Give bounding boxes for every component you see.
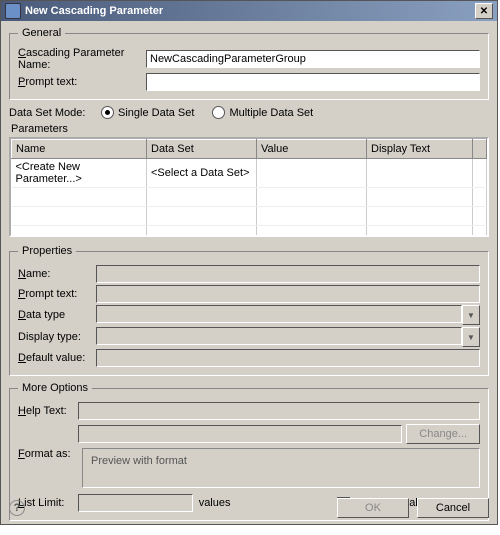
help-text-label: Help Text: (18, 405, 78, 417)
dataset-mode-label: Data Set Mode: (9, 107, 101, 119)
col-display[interactable]: Display Text (367, 140, 473, 159)
dialog: New Cascading Parameter ✕ General Cascad… (0, 0, 498, 525)
dialog-title: New Cascading Parameter (25, 5, 163, 17)
radio-single-icon (101, 106, 114, 119)
prompt-text-input[interactable] (146, 73, 480, 91)
prop-prompt-label: Prompt text: (18, 288, 96, 300)
radio-multiple[interactable]: Multiple Data Set (212, 106, 313, 119)
help-icon[interactable]: ? (9, 500, 25, 516)
radio-single-label: Single Data Set (118, 107, 194, 119)
general-group: General Cascading Parameter Name: Prompt… (9, 27, 489, 100)
dialog-footer: ? OK Cancel (9, 498, 489, 518)
col-spacer (473, 140, 487, 159)
titlebar: New Cascading Parameter ✕ (1, 1, 497, 21)
chevron-down-icon: ▼ (462, 327, 480, 347)
more-options-legend: More Options (18, 382, 92, 394)
table-row (12, 207, 487, 226)
cancel-button[interactable]: Cancel (417, 498, 489, 518)
ok-button[interactable]: OK (337, 498, 409, 518)
preview-text: Preview with format (91, 455, 187, 467)
cell-name[interactable]: <Create New Parameter...> (12, 159, 147, 188)
radio-multiple-icon (212, 106, 225, 119)
prop-name-input[interactable] (96, 265, 480, 283)
parameters-grid[interactable]: Name Data Set Value Display Text <Create… (9, 137, 489, 237)
parameters-label: Parameters (11, 123, 489, 135)
properties-group: Properties Name: Prompt text: Data type … (9, 245, 489, 376)
prop-displaytype-combo[interactable]: ▼ (96, 327, 480, 347)
prop-datatype-combo[interactable]: ▼ (96, 305, 480, 325)
format-as-label: Format as: (18, 448, 78, 460)
app-icon (5, 3, 21, 19)
prop-default-label: Default value: (18, 352, 96, 364)
chevron-down-icon: ▼ (462, 305, 480, 325)
col-dataset[interactable]: Data Set (147, 140, 257, 159)
help-text-input[interactable] (78, 402, 480, 420)
table-row (12, 226, 487, 238)
close-button[interactable]: ✕ (475, 3, 493, 19)
cascading-name-label: Cascading Parameter Name: (18, 47, 146, 71)
prop-prompt-input[interactable] (96, 285, 480, 303)
table-row (12, 188, 487, 207)
prop-displaytype-label: Display type: (18, 331, 96, 343)
cell-display[interactable] (367, 159, 473, 188)
prop-name-label: Name: (18, 268, 96, 280)
format-preview-input (78, 425, 402, 443)
radio-single[interactable]: Single Data Set (101, 106, 194, 119)
prompt-text-label: Prompt text: (18, 76, 146, 88)
table-row[interactable]: <Create New Parameter...> <Select a Data… (12, 159, 487, 188)
cell-value[interactable] (257, 159, 367, 188)
dataset-mode-row: Data Set Mode: Single Data Set Multiple … (9, 106, 489, 119)
change-button[interactable]: Change... (406, 424, 480, 444)
general-legend: General (18, 27, 65, 39)
grid-header: Name Data Set Value Display Text (12, 140, 487, 159)
col-name[interactable]: Name (12, 140, 147, 159)
dialog-content: General Cascading Parameter Name: Prompt… (1, 21, 497, 535)
col-value[interactable]: Value (257, 140, 367, 159)
prop-datatype-label: Data type (18, 309, 96, 321)
close-icon: ✕ (480, 6, 488, 17)
properties-legend: Properties (18, 245, 76, 257)
cell-dataset[interactable]: <Select a Data Set> (147, 159, 257, 188)
prop-default-input[interactable] (96, 349, 480, 367)
format-preview-box: Preview with format (82, 448, 480, 488)
cascading-name-input[interactable] (146, 50, 480, 68)
radio-multiple-label: Multiple Data Set (229, 107, 313, 119)
